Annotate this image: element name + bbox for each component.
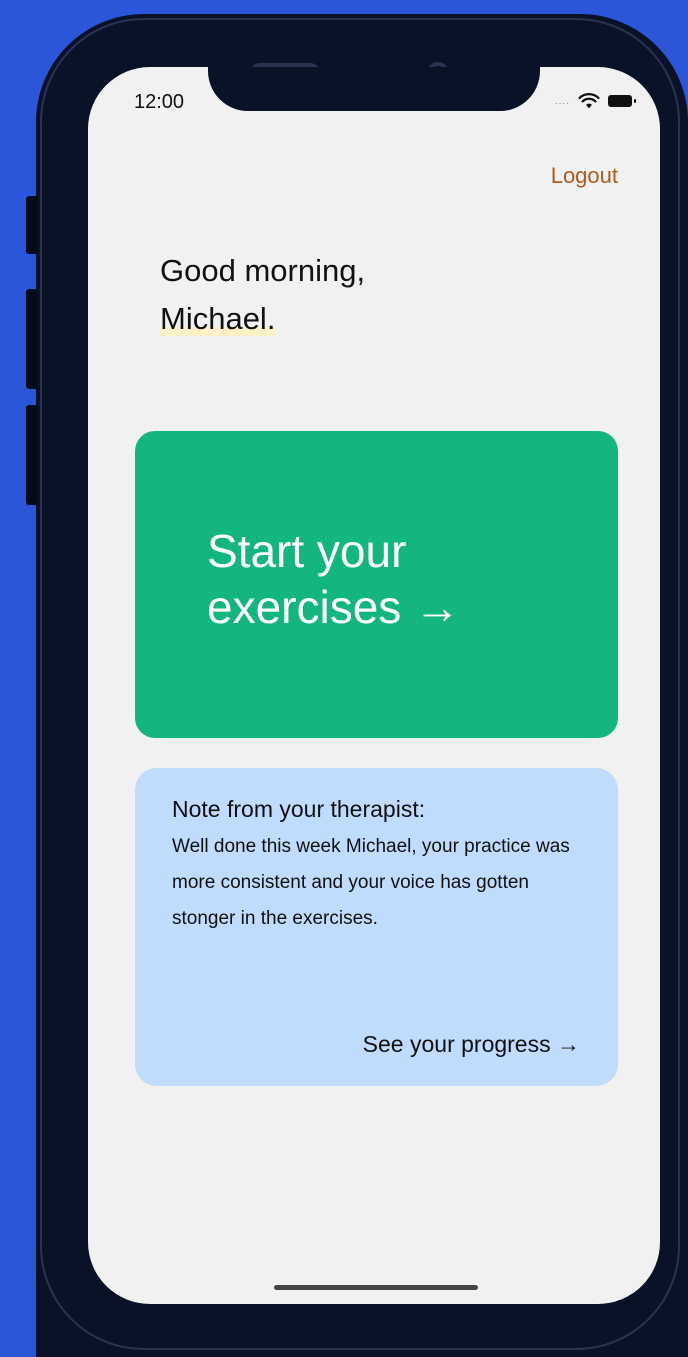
- volume-up-button: [26, 289, 38, 389]
- volume-down-button: [26, 405, 38, 505]
- status-icons: ....: [554, 93, 636, 109]
- status-time: 12:00: [134, 91, 185, 113]
- see-progress-link[interactable]: See your progress →: [363, 1031, 580, 1058]
- logout-button[interactable]: Logout: [551, 163, 618, 189]
- silent-switch: [26, 196, 38, 254]
- note-body: Well done this week Michael, your practi…: [172, 836, 570, 929]
- therapist-note-card: Note from your therapist: Well done this…: [135, 768, 618, 1086]
- notch: [208, 67, 540, 111]
- note-title: Note from your therapist:: [172, 796, 426, 822]
- battery-icon: [608, 95, 636, 107]
- wifi-icon: [578, 93, 600, 109]
- home-indicator[interactable]: [274, 1285, 478, 1290]
- greeting: Good morning, Michael.: [160, 247, 365, 343]
- app-screen: 12:00 .... Logout Good morning, Michael.…: [88, 67, 660, 1304]
- user-name: Michael.: [160, 301, 276, 336]
- start-exercises-line2: exercises →: [207, 581, 461, 633]
- start-exercises-line1: Start your: [207, 525, 407, 577]
- greeting-line: Good morning,: [160, 253, 366, 288]
- start-exercises-button[interactable]: Start your exercises →: [135, 431, 618, 738]
- start-exercises-label: Start your exercises →: [207, 523, 460, 635]
- signal-icon: ....: [554, 95, 570, 107]
